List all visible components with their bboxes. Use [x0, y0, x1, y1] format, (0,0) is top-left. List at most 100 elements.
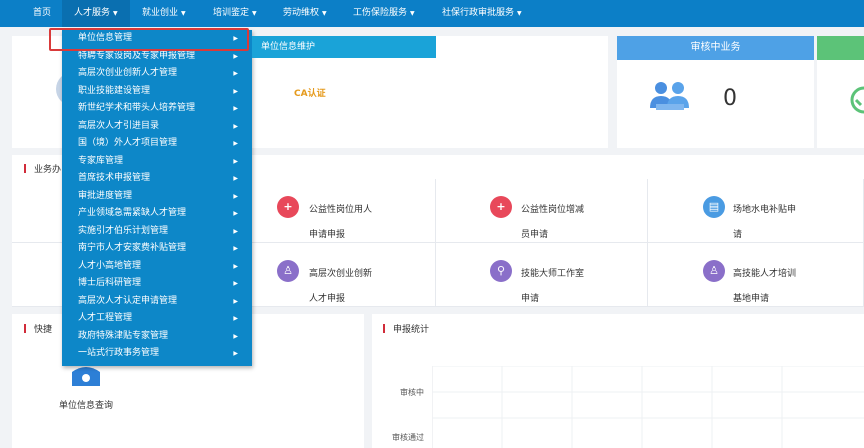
nav-training-label: 培训鉴定: [213, 8, 250, 18]
building-icon[interactable]: [70, 366, 102, 386]
nav-home[interactable]: 首页: [33, 0, 51, 27]
dropdown-item-label: 人才小高地管理: [78, 260, 142, 271]
dropdown-item[interactable]: 高层次人才引进目录 ▶: [62, 118, 252, 136]
caret-right-icon: ▶: [233, 192, 238, 200]
business-item-label: 高层次创业创新: [309, 269, 373, 279]
caret-right-icon: ▶: [233, 280, 238, 287]
caret-right-icon: ▶: [233, 157, 238, 165]
dropdown-item-label: 南宁市人才安家费补贴管理: [78, 243, 187, 253]
caret-right-icon: ▶: [233, 315, 238, 322]
dropdown-item[interactable]: 新世纪学术和带头人培养管理 ▶: [62, 100, 252, 118]
nav-talent-service[interactable]: 人才服务 ▼: [62, 0, 130, 27]
dropdown-item-label: 特聘专家设岗及专家申报管理: [78, 50, 196, 61]
dropdown-item[interactable]: 南宁市人才安家费补贴管理 ▶: [62, 240, 252, 258]
nav-injury-label: 工伤保险服务: [353, 8, 408, 18]
business-item-label: 高技能人才培训: [733, 269, 797, 279]
dropdown-item-label: 人才工程管理: [78, 313, 133, 323]
caret-right-icon: ▶: [233, 87, 238, 95]
nav-labor-label: 劳动维权: [283, 8, 320, 18]
dropdown-item[interactable]: 人才小高地管理 ▶: [62, 258, 252, 276]
dropdown-item[interactable]: 实施引才伯乐计划管理 ▶: [62, 223, 252, 241]
person-icon: ♙: [703, 260, 725, 282]
dropdown-item[interactable]: 产业领域急需紧缺人才管理 ▶: [62, 205, 252, 223]
dropdown-item-label: 一站式行政事务管理: [78, 348, 160, 358]
dropdown-item-label: 职业技能建设管理: [78, 85, 151, 96]
card-icon: ▤: [703, 196, 725, 218]
dropdown-item[interactable]: 国（境）外人才项目管理 ▶: [62, 135, 252, 153]
review-count: 0: [723, 86, 737, 111]
caret-right-icon: ▶: [233, 332, 238, 340]
user-plus-icon: +: [277, 196, 299, 218]
business-item-label: 技能大师工作室: [521, 269, 585, 279]
talent-service-dropdown: 单位信息管理 ▶ 特聘专家设岗及专家申报管理 ▶ 高层次创业创新人才管理 ▶ 职业技能…: [62, 30, 252, 366]
business-item-label: 申请申报: [309, 230, 346, 240]
dropdown-item[interactable]: 高层次创业创新人才管理 ▶: [62, 65, 252, 83]
caret-right-icon: ▶: [233, 175, 238, 182]
dropdown-item-label: 新世纪学术和带头人培养管理: [78, 103, 196, 113]
dropdown-item[interactable]: 专家库管理 ▶: [62, 153, 252, 171]
dropdown-item-label: 实施引才伯乐计划管理: [78, 225, 169, 236]
chevron-down-icon: ▼: [517, 10, 522, 17]
nav-employment[interactable]: 就业创业 ▼: [142, 0, 186, 27]
dropdown-item[interactable]: 政府特殊津贴专家管理 ▶: [62, 328, 252, 346]
business-item-label: 公益性岗位增减: [521, 205, 585, 215]
chevron-down-icon: ▼: [181, 10, 186, 17]
dropdown-item[interactable]: 高层次人才认定申请管理 ▶: [62, 293, 252, 311]
dropdown-item-label: 专家库管理: [78, 155, 124, 166]
stats-chart-grid: [432, 366, 864, 448]
user-plus-icon: +: [490, 196, 512, 218]
stats-section-title: 申报统计: [383, 322, 429, 335]
dropdown-item[interactable]: 博士后科研管理 ▶: [62, 275, 252, 293]
business-item-label: 人才申报: [309, 294, 346, 304]
check-shield-icon: [850, 86, 864, 114]
dropdown-item[interactable]: 审批进度管理 ▶: [62, 188, 252, 206]
dropdown-item-label: 产业领域急需紧缺人才管理: [78, 208, 187, 218]
users-icon: [650, 82, 689, 110]
person-icon: ♙: [277, 260, 299, 282]
search-icon: ⚲: [490, 260, 512, 282]
nav-approval-label: 社保行政审批服务: [442, 8, 515, 18]
nav-talent-label: 人才服务: [74, 8, 111, 18]
dropdown-item[interactable]: 一站式行政事务管理 ▶: [62, 345, 252, 363]
nav-injury-insurance[interactable]: 工伤保险服务 ▼: [353, 0, 415, 27]
chevron-down-icon: ▼: [322, 10, 327, 17]
top-nav: 首页 人才服务 ▼ 就业创业 ▼ 培训鉴定 ▼ 劳动维权 ▼ 工伤保险服务 ▼ 社保行政审…: [0, 0, 864, 27]
caret-right-icon: ▶: [233, 297, 238, 305]
stat-label-approved: 审核通过: [392, 433, 424, 442]
dropdown-item-label: 博士后科研管理: [78, 278, 142, 288]
dropdown-item-label: 审批进度管理: [78, 190, 133, 201]
business-item-label: 场地水电补贴申: [733, 205, 797, 215]
nav-training[interactable]: 培训鉴定 ▼: [213, 0, 257, 27]
nav-labor-rights[interactable]: 劳动维权 ▼: [283, 0, 327, 27]
dropdown-item[interactable]: 首席技术申报管理 ▶: [62, 170, 252, 188]
submenu-unit-info-maintain[interactable]: 单位信息维护: [252, 36, 436, 58]
chevron-down-icon: ▼: [252, 10, 257, 17]
ca-auth-link[interactable]: CA认证: [294, 86, 326, 99]
dropdown-highlight-box: [49, 28, 249, 51]
business-item-label: 申请: [521, 294, 540, 304]
business-item-label: 员申请: [521, 230, 549, 240]
stat-label-reviewing: 审核中: [400, 388, 424, 397]
dropdown-item[interactable]: 职业技能建设管理 ▶: [62, 83, 252, 101]
dropdown-item-label: 首席技术申报管理: [78, 173, 151, 183]
caret-right-icon: ▶: [233, 227, 238, 235]
chevron-down-icon: ▼: [410, 10, 415, 17]
nav-employment-label: 就业创业: [142, 8, 179, 18]
dropdown-item-label: 国（境）外人才项目管理: [78, 138, 178, 148]
review-panel-title: 审核中业务: [617, 36, 814, 60]
caret-right-icon: ▶: [233, 70, 238, 77]
chevron-down-icon: ▼: [113, 10, 118, 17]
caret-right-icon: ▶: [233, 245, 238, 252]
caret-right-icon: ▶: [233, 140, 238, 147]
approved-panel-header: [817, 36, 864, 60]
dropdown-item[interactable]: 人才工程管理 ▶: [62, 310, 252, 328]
dropdown-item-label: 高层次人才引进目录: [78, 120, 160, 131]
caret-right-icon: ▶: [233, 105, 238, 112]
caret-right-icon: ▶: [233, 122, 238, 130]
business-item-label: 基地申请: [733, 294, 770, 304]
nav-approval[interactable]: 社保行政审批服务 ▼: [442, 0, 522, 27]
caret-right-icon: ▶: [233, 210, 238, 217]
business-item-label: 公益性岗位用人: [309, 205, 373, 215]
unit-info-query-link[interactable]: 单位信息查询: [59, 398, 113, 411]
dropdown-item-label: 高层次人才认定申请管理: [78, 295, 178, 306]
